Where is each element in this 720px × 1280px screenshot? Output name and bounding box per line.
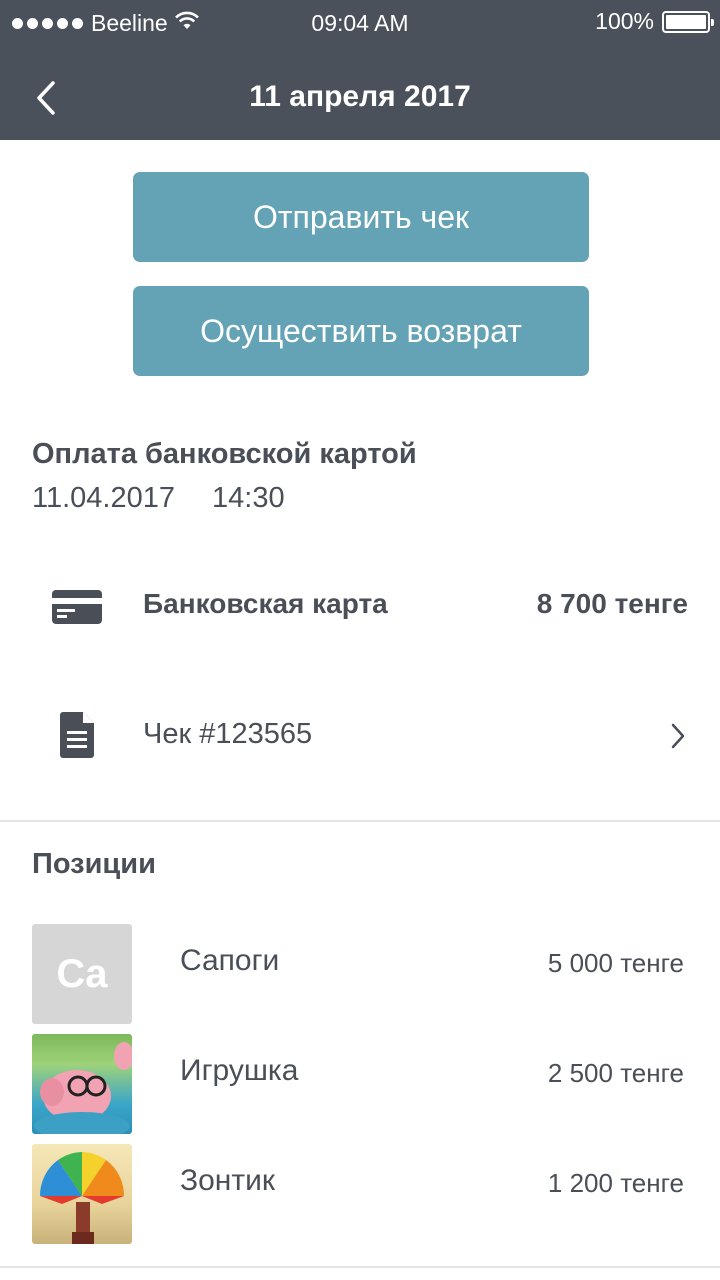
payment-amount: 8 700 тенге <box>536 588 688 619</box>
payment-date: 11.04.2017 <box>32 482 175 514</box>
list-item[interactable]: Игрушка 2 500 тенге <box>0 1034 720 1134</box>
item-thumbnail: Ca <box>32 924 132 1024</box>
nav-bar: 11 апреля 2017 <box>0 56 720 140</box>
payment-method-label: Банковская карта <box>143 588 388 619</box>
status-bar: Beeline 09:04 AM 100% <box>0 0 720 46</box>
refund-button[interactable]: Осуществить возврат <box>133 286 589 376</box>
item-name: Игрушка <box>180 1054 299 1087</box>
list-item[interactable]: Ca Сапоги 5 000 тенге <box>0 924 720 1024</box>
document-icon <box>60 712 94 763</box>
receipt-label: Чек #123565 <box>143 718 313 750</box>
chevron-right-icon <box>670 722 686 755</box>
item-thumbnail <box>32 1034 132 1134</box>
section-divider <box>0 820 720 822</box>
item-name: Сапоги <box>180 944 280 977</box>
item-thumbnail <box>32 1144 132 1244</box>
payment-title: Оплата банковской картой <box>32 438 417 470</box>
battery-icon <box>662 10 714 33</box>
positions-title: Позиции <box>32 848 156 880</box>
item-price: 1 200 тенге <box>547 1168 684 1198</box>
payment-method-row: Банковская карта 8 700 тенге <box>0 570 720 640</box>
status-right: 100% <box>595 8 714 35</box>
credit-card-icon <box>52 590 102 629</box>
payment-time: 14:30 <box>212 482 285 514</box>
item-name: Зонтик <box>180 1164 275 1197</box>
page-title: 11 апреля 2017 <box>249 80 471 113</box>
header: Beeline 09:04 AM 100% 11 апреля 2017 <box>0 0 720 140</box>
list-item[interactable]: Зонтик 1 200 тенге <box>0 1144 720 1244</box>
send-receipt-button[interactable]: Отправить чек <box>133 172 589 262</box>
item-price: 2 500 тенге <box>547 1058 684 1088</box>
battery-percent: 100% <box>595 8 654 34</box>
bottom-divider <box>0 1266 720 1268</box>
item-price: 5 000 тенге <box>547 948 684 978</box>
receipt-row[interactable]: Чек #123565 <box>0 700 720 774</box>
